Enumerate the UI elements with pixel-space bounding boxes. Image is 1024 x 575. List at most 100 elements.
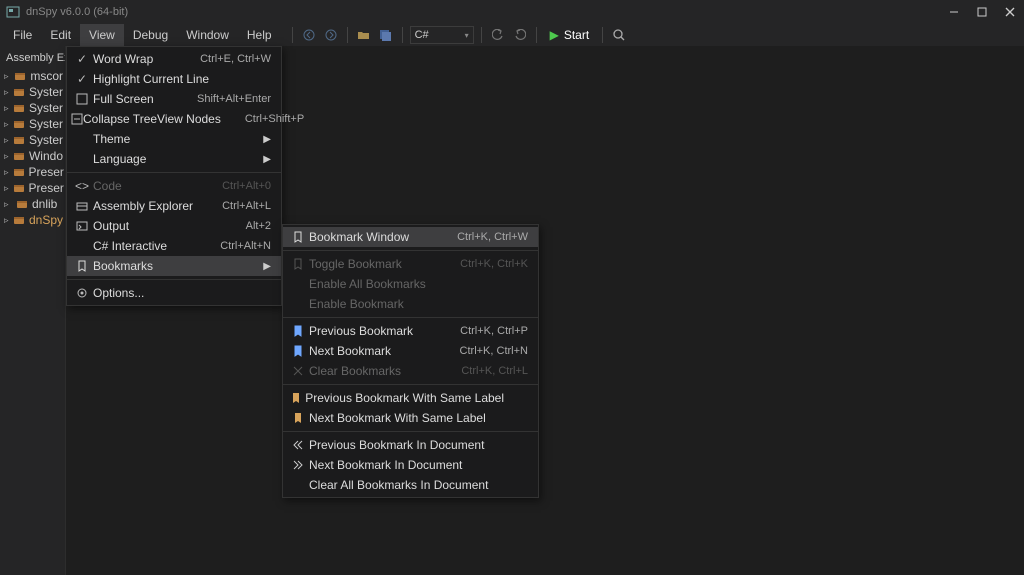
tree-item[interactable]: ▹Syster <box>0 132 65 148</box>
assembly-icon <box>13 134 25 146</box>
menu-word-wrap[interactable]: ✓Word WrapCtrl+E, Ctrl+W <box>67 49 281 69</box>
tree-expand-icon[interactable]: ▹ <box>4 199 12 210</box>
assembly-icon <box>16 198 28 210</box>
menu-theme[interactable]: Theme▶ <box>67 129 281 149</box>
menu-clear-bookmarks-doc[interactable]: Clear All Bookmarks In Document <box>283 475 538 495</box>
language-select[interactable]: C# ▾ <box>410 26 474 44</box>
undo-button[interactable] <box>489 26 507 44</box>
menu-prev-bookmark[interactable]: Previous BookmarkCtrl+K, Ctrl+P <box>283 321 538 341</box>
tree-item-label: Preser <box>29 165 64 179</box>
toolbar-separator <box>402 27 403 43</box>
maximize-button[interactable] <box>968 0 996 24</box>
menu-file[interactable]: File <box>4 24 41 46</box>
tree-item[interactable]: ▹Syster <box>0 100 65 116</box>
bookmark-label-icon <box>287 412 309 424</box>
menu-separator <box>283 250 538 251</box>
redo-button[interactable] <box>511 26 529 44</box>
assembly-icon <box>13 214 25 226</box>
menu-next-bookmark[interactable]: Next BookmarkCtrl+K, Ctrl+N <box>283 341 538 361</box>
menu-bar: File Edit View Debug Window Help C# ▾ ▶ … <box>0 24 1024 46</box>
tree-expand-icon[interactable]: ▹ <box>4 215 9 226</box>
tree-item[interactable]: ▹ Windo <box>0 148 65 164</box>
bookmark-label-icon <box>287 392 305 404</box>
toolbar-separator <box>347 27 348 43</box>
menu-view[interactable]: View <box>80 24 124 46</box>
code-icon: <> <box>71 179 93 193</box>
start-label: Start <box>564 28 589 42</box>
tree-expand-icon[interactable]: ▹ <box>4 119 9 130</box>
tree-item[interactable]: ▹ Preser <box>0 164 65 180</box>
assembly-icon <box>71 200 93 212</box>
output-icon <box>71 220 93 232</box>
menu-output[interactable]: OutputAlt+2 <box>67 216 281 236</box>
tree-item[interactable]: ▹dnSpy <box>0 212 65 228</box>
tree-expand-icon[interactable]: ▹ <box>4 167 9 178</box>
bookmarks-submenu: Bookmark WindowCtrl+K, Ctrl+W Toggle Boo… <box>282 224 539 498</box>
menu-bookmarks[interactable]: Bookmarks▶ <box>67 256 281 276</box>
open-folder-button[interactable] <box>355 26 373 44</box>
tree-expand-icon[interactable]: ▹ <box>4 151 9 162</box>
menu-toggle-bookmark: Toggle BookmarkCtrl+K, Ctrl+K <box>283 254 538 274</box>
menu-separator <box>67 172 281 173</box>
assembly-icon <box>13 150 25 162</box>
assembly-icon <box>13 86 25 98</box>
tree-expand-icon[interactable]: ▹ <box>4 103 9 114</box>
menu-debug[interactable]: Debug <box>124 24 177 46</box>
submenu-arrow-icon: ▶ <box>259 154 271 165</box>
toolbar-separator <box>602 27 603 43</box>
menu-help[interactable]: Help <box>238 24 281 46</box>
bookmark-next-icon <box>287 345 309 357</box>
menu-separator <box>283 384 538 385</box>
tree-item-label: dnlib <box>32 197 57 211</box>
menu-prev-bookmark-doc[interactable]: Previous Bookmark In Document <box>283 435 538 455</box>
nav-back-button[interactable] <box>300 26 318 44</box>
tree-item[interactable]: ▹mscor <box>0 68 65 84</box>
menu-next-bookmark-label[interactable]: Next Bookmark With Same Label <box>283 408 538 428</box>
tree-item[interactable]: ▹ dnlib <box>0 196 65 212</box>
tree-expand-icon[interactable]: ▹ <box>4 71 10 82</box>
menu-highlight-line[interactable]: ✓Highlight Current Line <box>67 69 281 89</box>
menu-enable-all-bookmarks: Enable All Bookmarks <box>283 274 538 294</box>
search-button[interactable] <box>610 26 628 44</box>
menu-collapse-tree[interactable]: Collapse TreeView NodesCtrl+Shift+P <box>67 109 281 129</box>
save-all-button[interactable] <box>377 26 395 44</box>
submenu-arrow-icon: ▶ <box>259 134 271 145</box>
bookmark-doc-icon <box>287 439 309 451</box>
toolbar-separator <box>536 27 537 43</box>
menu-options[interactable]: Options... <box>67 283 281 303</box>
nav-forward-button[interactable] <box>322 26 340 44</box>
submenu-arrow-icon: ▶ <box>259 261 271 272</box>
tree-expand-icon[interactable]: ▹ <box>4 135 9 146</box>
menu-edit[interactable]: Edit <box>41 24 80 46</box>
tree-item[interactable]: ▹ Syster <box>0 116 65 132</box>
menu-assembly-explorer[interactable]: Assembly ExplorerCtrl+Alt+L <box>67 196 281 216</box>
minimize-button[interactable] <box>940 0 968 24</box>
menu-next-bookmark-doc[interactable]: Next Bookmark In Document <box>283 455 538 475</box>
menu-prev-bookmark-label[interactable]: Previous Bookmark With Same Label <box>283 388 538 408</box>
menu-window[interactable]: Window <box>177 24 238 46</box>
bookmark-window-icon <box>287 231 309 243</box>
tree-item-label: Windo <box>29 149 63 163</box>
tree-item[interactable]: ▹ Preser <box>0 180 65 196</box>
collapse-icon <box>71 113 83 125</box>
toolbar-separator <box>292 27 293 43</box>
clear-icon <box>287 365 309 377</box>
tree-expand-icon[interactable]: ▹ <box>4 87 9 98</box>
tree-expand-icon[interactable]: ▹ <box>4 183 9 194</box>
tree-item-label: Preser <box>29 181 64 195</box>
view-dropdown: ✓Word WrapCtrl+E, Ctrl+W ✓Highlight Curr… <box>66 46 282 306</box>
close-button[interactable] <box>996 0 1024 24</box>
fullscreen-icon <box>71 93 93 105</box>
menu-full-screen[interactable]: Full ScreenShift+Alt+Enter <box>67 89 281 109</box>
assembly-icon <box>14 70 26 82</box>
menu-csharp-interactive[interactable]: C# InteractiveCtrl+Alt+N <box>67 236 281 256</box>
assembly-icon <box>13 182 25 194</box>
assembly-icon <box>13 102 25 114</box>
assembly-icon <box>13 118 25 130</box>
menu-language[interactable]: Language▶ <box>67 149 281 169</box>
start-button[interactable]: ▶ Start <box>544 28 596 42</box>
bookmark-doc-icon <box>287 459 309 471</box>
tree-item-label: Syster <box>29 117 63 131</box>
tree-item[interactable]: ▹Syster <box>0 84 65 100</box>
menu-bookmark-window[interactable]: Bookmark WindowCtrl+K, Ctrl+W <box>283 227 538 247</box>
